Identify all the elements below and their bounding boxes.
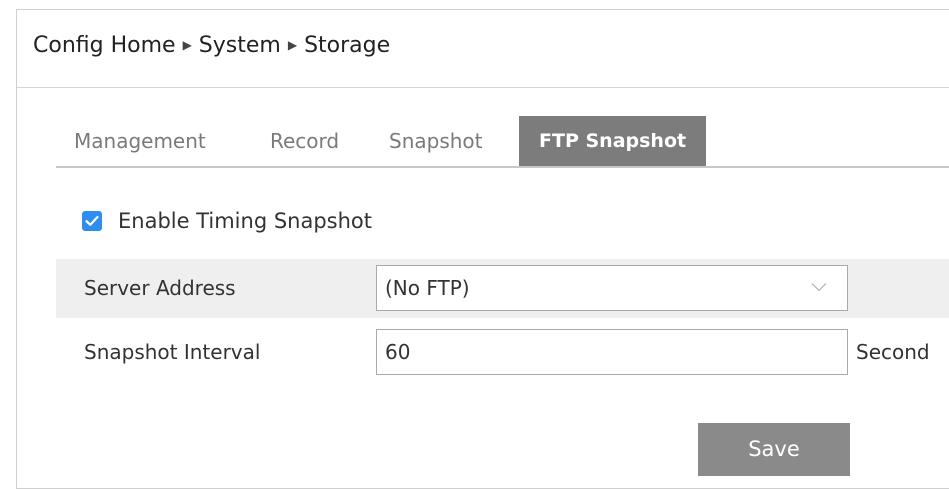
breadcrumb-item-system[interactable]: System	[199, 33, 281, 58]
server-address-select[interactable]: (No FTP)	[376, 265, 848, 311]
breadcrumb-separator-icon: ▶	[182, 38, 192, 52]
save-button[interactable]: Save	[698, 423, 850, 476]
tab-ftp-snapshot[interactable]: FTP Snapshot	[519, 116, 707, 166]
server-address-label: Server Address	[84, 276, 236, 300]
snapshot-interval-input[interactable]: 60	[376, 329, 848, 375]
config-panel: Config Home ▶ System ▶ Storage	[16, 9, 949, 489]
breadcrumb: Config Home ▶ System ▶ Storage	[33, 31, 390, 63]
enable-timing-snapshot-checkbox[interactable]	[82, 211, 102, 231]
server-address-row: Server Address (No FTP)	[56, 259, 949, 318]
tab-bar: Management Record Snapshot FTP Snapshot	[56, 116, 949, 168]
breadcrumb-item-config-home[interactable]: Config Home	[33, 33, 176, 58]
checkmark-icon	[85, 215, 99, 226]
tab-management[interactable]: Management	[74, 116, 206, 166]
snapshot-interval-label: Snapshot Interval	[84, 340, 261, 364]
enable-timing-snapshot-label[interactable]: Enable Timing Snapshot	[118, 209, 372, 233]
tab-snapshot[interactable]: Snapshot	[389, 116, 483, 166]
snapshot-interval-unit: Second	[856, 340, 930, 364]
breadcrumb-separator-icon: ▶	[287, 38, 298, 52]
enable-timing-snapshot-row: Enable Timing Snapshot	[82, 204, 372, 238]
snapshot-interval-row: Snapshot Interval 60 Second	[56, 323, 949, 382]
breadcrumb-item-storage: Storage	[304, 33, 391, 58]
tab-record[interactable]: Record	[270, 116, 339, 166]
server-address-selected-value: (No FTP)	[385, 276, 470, 300]
chevron-down-icon	[811, 283, 827, 292]
page-header: Config Home ▶ System ▶ Storage	[17, 10, 949, 88]
